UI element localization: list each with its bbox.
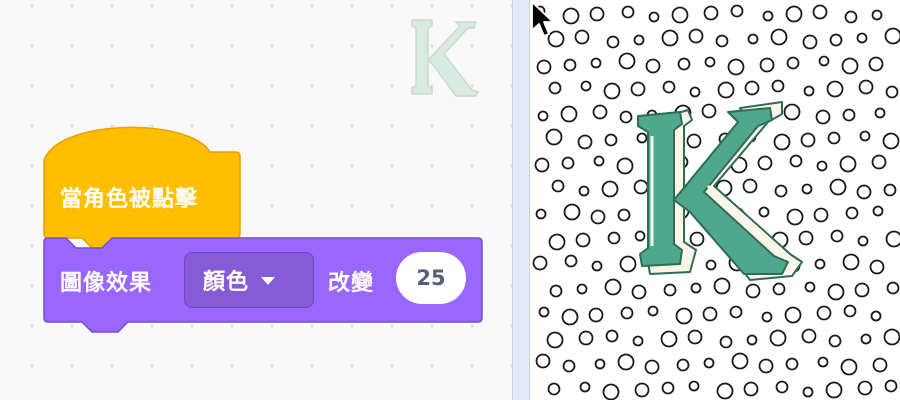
mouse-pointer-icon [531,1,554,37]
pane-divider[interactable] [512,0,530,400]
effect-dropdown-value: 顏色 [203,270,250,295]
effect-dropdown[interactable]: 顏色 [184,252,314,308]
letter-k-thumbnail-icon [411,19,480,97]
effect-amount-input[interactable]: 25 [396,252,466,304]
hat-block-label: 當角色被點擊 [60,187,199,212]
code-workspace[interactable]: 當角色被點擊 圖像效果 顏色 改變 25 [0,0,512,400]
change-by-label: 改變 [328,271,375,296]
effect-block-label: 圖像效果 [60,271,153,296]
letter-k-sprite-icon[interactable] [530,0,900,400]
stage[interactable] [530,0,900,400]
chevron-down-icon [261,277,276,285]
